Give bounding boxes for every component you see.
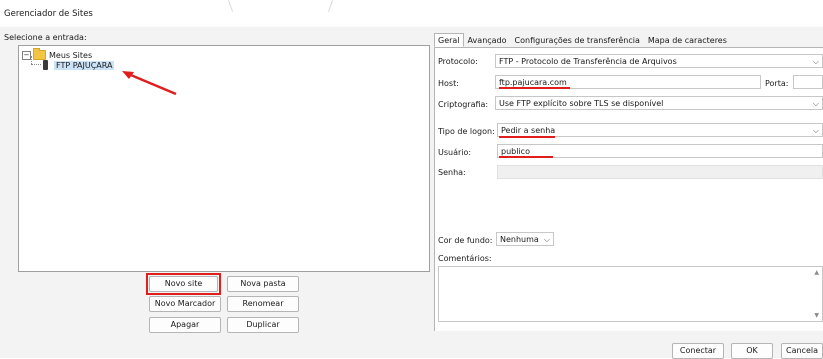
duplicate-button[interactable]: Duplicar [227,317,299,333]
connect-button[interactable]: Conectar [672,343,724,359]
rename-button[interactable]: Renomear [227,296,299,312]
protocol-select[interactable]: FTP - Protocolo de Transferência de Arqu… [495,54,823,68]
encryption-label: Criptografia: [438,100,489,109]
tab-charset[interactable]: Mapa de caracteres [644,33,731,47]
new-bookmark-button[interactable]: Novo Marcador [149,296,221,312]
host-label: Host: [438,79,459,88]
bg-color-select[interactable]: Nenhuma ⌵ [496,232,554,246]
tab-advanced[interactable]: Avançado [464,33,511,47]
port-label: Porta: [765,79,789,88]
select-entry-label: Selecione a entrada: [4,33,87,42]
encryption-value: Use FTP explícito sobre TLS se disponíve… [499,99,664,108]
site-tree[interactable]: − Meus Sites FTP PAJUÇARA [18,45,430,272]
comments-textarea[interactable]: ▲ ▼ [438,266,823,322]
password-field [497,165,823,179]
highlight-underline [499,87,570,89]
host-value: ftp.pajucara.com [499,78,567,87]
comments-label: Comentários: [438,254,492,263]
highlight-underline [499,136,555,138]
cancel-button[interactable]: Cancela [781,343,823,359]
bg-color-label: Cor de fundo: [438,236,493,245]
tree-connector [31,64,41,65]
scroll-up-icon[interactable]: ▲ [814,269,819,276]
tab-transfer-settings[interactable]: Configurações de transferência [511,33,644,47]
encryption-select[interactable]: Use FTP explícito sobre TLS se disponíve… [495,96,823,110]
protocol-label: Protocolo: [438,57,478,66]
highlight-underline [499,156,553,158]
collapse-icon[interactable]: − [22,50,31,60]
bg-color-value: Nenhuma [500,235,539,244]
title-bar: Gerenciador de Sites [0,0,823,27]
window-title: Gerenciador de Sites [4,9,93,19]
tree-item-ftp-pajucara[interactable]: FTP PAJUÇARA [43,59,115,71]
logon-type-select[interactable]: Pedir a senha ⌵ [497,123,823,137]
scroll-down-icon[interactable]: ▼ [814,312,819,319]
title-decoration [227,0,234,12]
new-folder-button[interactable]: Nova pasta [227,276,299,292]
tree-item-label: FTP PAJUÇARA [54,60,115,70]
protocol-value: FTP - Protocolo de Transferência de Arqu… [499,57,677,66]
tree-connector [31,56,32,64]
ok-button[interactable]: OK [731,343,773,359]
title-decoration [327,0,334,12]
highlight-box [146,273,221,295]
delete-button[interactable]: Apagar [149,317,221,333]
server-icon [43,60,48,70]
chevron-down-icon: ⌵ [812,57,819,66]
chevron-down-icon: ⌵ [543,235,550,244]
user-label: Usuário: [438,148,472,157]
password-label: Senha: [438,168,466,177]
logon-type-label: Tipo de logon: [438,127,495,136]
site-manager-window: Gerenciador de Sites Selecione a entrada… [0,0,823,359]
logon-type-value: Pedir a senha [501,126,556,135]
port-field[interactable] [793,75,823,89]
settings-tabs: Geral Avançado Configurações de transfer… [434,33,731,47]
chevron-down-icon: ⌵ [812,99,819,108]
user-value: publico [501,147,530,156]
chevron-down-icon: ⌵ [812,126,819,135]
arrow-icon [122,71,177,96]
tab-general[interactable]: Geral [434,33,464,47]
